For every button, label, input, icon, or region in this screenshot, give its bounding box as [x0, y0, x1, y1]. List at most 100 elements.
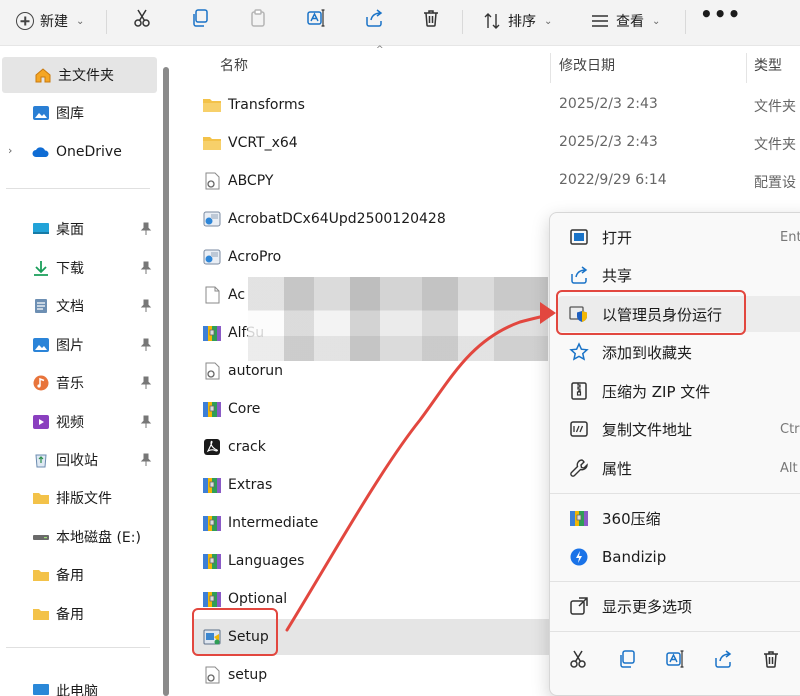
sidebar-item-label: 备用: [56, 568, 84, 584]
paste-button[interactable]: [240, 3, 276, 33]
pin-icon[interactable]: [140, 415, 152, 429]
sidebar-item-recycle-bin[interactable]: 回收站: [0, 442, 160, 478]
file-name: VCRT_x64: [228, 135, 298, 151]
menu-cut-button[interactable]: [560, 641, 596, 677]
column-header-type[interactable]: 类型: [754, 55, 782, 75]
menu-item-compress-zip[interactable]: 压缩为 ZIP 文件: [558, 373, 800, 409]
menu-item-label: 共享: [602, 266, 633, 285]
rename-icon: [307, 9, 325, 27]
winrar-archive-icon: [202, 514, 222, 532]
file-modified-date: 2025/2/3 2:43: [559, 134, 658, 150]
file-row[interactable]: VCRT_x64: [194, 125, 800, 161]
copy-icon: [620, 650, 635, 668]
copy-icon: [193, 9, 208, 27]
file-row[interactable]: Transforms: [194, 87, 800, 123]
installer-package-icon: [202, 248, 222, 266]
pin-icon[interactable]: [140, 376, 152, 390]
sidebar-item-documents[interactable]: 文档: [0, 288, 160, 324]
star-icon: [568, 342, 590, 362]
rename-icon: [666, 650, 684, 668]
copy-button[interactable]: [182, 3, 218, 33]
menu-item-bandizip[interactable]: Bandizip: [558, 539, 800, 575]
sidebar-scrollbar[interactable]: [163, 67, 169, 696]
menu-rename-button[interactable]: [657, 641, 693, 677]
sidebar-divider: [6, 647, 150, 648]
sidebar-item-label: 本地磁盘 (E:): [56, 530, 141, 546]
menu-item-add-to-favorites[interactable]: 添加到收藏夹: [558, 334, 800, 370]
sidebar-item-onedrive[interactable]: › OneDrive: [0, 134, 160, 170]
more-options-button[interactable]: •••: [700, 2, 741, 26]
menu-item-label: 打开: [602, 228, 633, 247]
sidebar-item-local-disk-e[interactable]: 本地磁盘 (E:): [0, 519, 160, 555]
sidebar-item-label: 此电脑: [56, 684, 98, 696]
file-name: Transforms: [228, 97, 305, 113]
column-divider[interactable]: [550, 53, 551, 83]
menu-item-show-more-options[interactable]: 显示更多选项: [558, 588, 800, 624]
menu-item-360-compress[interactable]: 360压缩: [558, 500, 800, 536]
sort-ascending-caret-icon: ^: [376, 45, 384, 55]
sidebar-item-downloads[interactable]: 下载: [0, 250, 160, 286]
wrench-icon: [568, 458, 590, 478]
file-name: ABCPY: [228, 173, 274, 189]
cut-button[interactable]: [124, 3, 160, 33]
open-icon: [568, 227, 590, 247]
column-header-name[interactable]: 名称: [220, 55, 248, 75]
desktop-icon: [32, 221, 50, 237]
more-options-icon: [568, 596, 590, 616]
sort-button[interactable]: 排序 ⌄: [482, 6, 552, 36]
pin-icon[interactable]: [140, 338, 152, 352]
file-name: AcroPro: [228, 249, 282, 265]
sidebar-item-desktop[interactable]: 桌面: [0, 211, 160, 247]
download-icon: [32, 260, 50, 276]
file-type: 文件夹: [754, 99, 796, 115]
chevron-down-icon: ⌄: [76, 15, 85, 27]
folder-icon: [32, 567, 50, 583]
zip-icon: [568, 381, 590, 401]
file-type: 配置设: [754, 175, 796, 191]
sidebar-item-label: OneDrive: [56, 144, 122, 160]
sidebar-item-home[interactable]: 主文件夹: [2, 57, 157, 93]
rename-button[interactable]: [298, 3, 334, 33]
pin-icon[interactable]: [140, 222, 152, 236]
view-button[interactable]: 查看 ⌄: [590, 6, 660, 36]
file-row[interactable]: ABCPY: [194, 163, 800, 199]
menu-item-share[interactable]: 共享: [558, 257, 800, 293]
winrar-archive-icon: [202, 590, 222, 608]
sidebar-item-videos[interactable]: 视频: [0, 404, 160, 440]
menu-item-properties[interactable]: 属性 Alt: [558, 450, 800, 486]
menu-shortcut: Ent: [780, 229, 800, 245]
context-menu: 打开 Ent 共享 以管理员身份运行 添加到收藏夹 压缩为 ZIP 文件 复制文…: [549, 212, 800, 696]
sidebar-item-music[interactable]: 音乐: [0, 365, 160, 401]
menu-item-copy-path[interactable]: 复制文件地址 Ctrl: [558, 411, 800, 447]
pin-icon[interactable]: [140, 261, 152, 275]
menu-divider: [550, 581, 800, 582]
menu-shortcut: Alt: [780, 460, 798, 476]
music-icon: [32, 375, 50, 391]
sidebar-item-this-pc[interactable]: 此电脑: [0, 673, 160, 696]
chevron-right-icon[interactable]: ›: [8, 144, 12, 157]
menu-item-open[interactable]: 打开 Ent: [558, 219, 800, 255]
column-header-modified[interactable]: 修改日期: [559, 55, 615, 75]
folder-icon: [202, 96, 222, 114]
sidebar-item-pictures[interactable]: 图片: [0, 327, 160, 363]
pin-icon[interactable]: [140, 299, 152, 313]
new-button[interactable]: 新建 ⌄: [10, 6, 90, 36]
sidebar-item-backup-1[interactable]: 备用: [0, 557, 160, 593]
drive-icon: [32, 529, 50, 545]
delete-button[interactable]: [413, 3, 449, 33]
menu-delete-button[interactable]: [753, 641, 789, 677]
column-divider[interactable]: [746, 53, 747, 83]
pin-icon[interactable]: [140, 453, 152, 467]
menu-item-label: 属性: [602, 459, 633, 478]
file-name: Ac: [228, 287, 246, 303]
onedrive-cloud-icon: [32, 144, 50, 160]
config-file-icon: [202, 666, 222, 684]
share-button[interactable]: [356, 3, 392, 33]
menu-share-button[interactable]: [705, 641, 741, 677]
sidebar-item-typesetting-folder[interactable]: 排版文件: [0, 480, 160, 516]
sidebar-item-gallery[interactable]: 图库: [0, 95, 160, 131]
menu-copy-button[interactable]: [609, 641, 645, 677]
file-modified-date: 2022/9/29 6:14: [559, 172, 667, 188]
sidebar-item-backup-2[interactable]: 备用: [0, 596, 160, 632]
file-name: Intermediate: [228, 515, 319, 531]
